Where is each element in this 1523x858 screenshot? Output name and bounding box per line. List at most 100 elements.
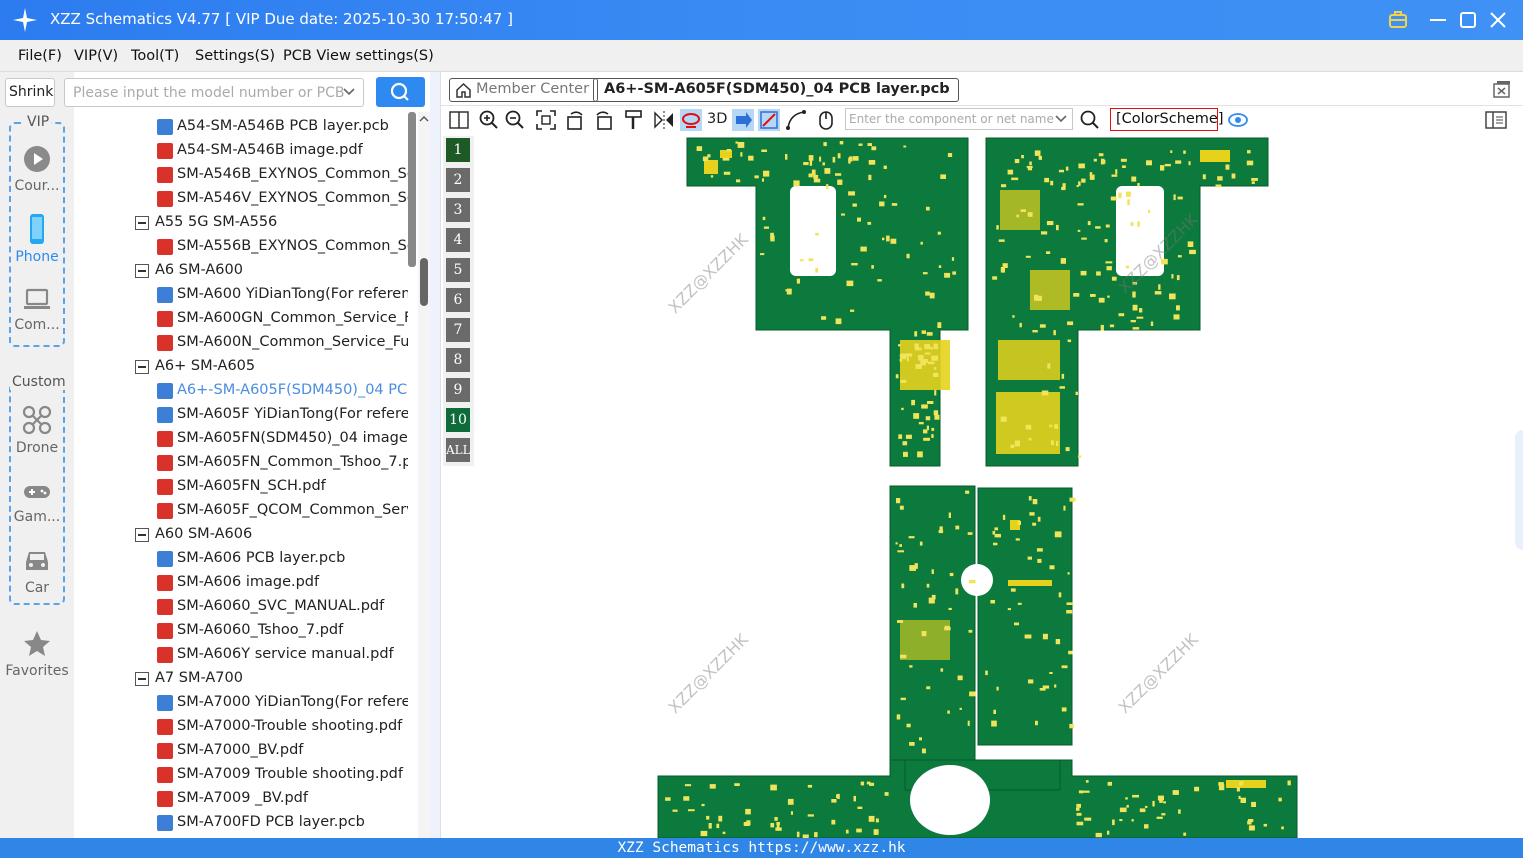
pcb-component-pad[interactable] — [931, 427, 935, 431]
pcb-component-pad[interactable] — [1148, 210, 1151, 213]
pcb-component-pad[interactable] — [1076, 803, 1081, 808]
menu-file[interactable]: File(F) — [18, 48, 62, 64]
pcb-component-pad[interactable] — [1175, 160, 1182, 164]
pcb-component-pad[interactable] — [926, 206, 930, 211]
pcb-component-pad[interactable] — [1081, 178, 1086, 183]
pcb-component-pad[interactable] — [1060, 258, 1066, 264]
collapse-icon[interactable] — [135, 528, 149, 542]
pcb-component-pad[interactable] — [933, 343, 938, 350]
pcb-component-pad[interactable] — [1065, 166, 1069, 171]
collapse-icon[interactable] — [135, 216, 149, 230]
pcb-component-pad[interactable] — [1263, 823, 1267, 827]
pcb-component-pad[interactable] — [1118, 313, 1125, 317]
pcb-component-pad[interactable] — [770, 232, 774, 239]
pcb-component-pad[interactable] — [1132, 327, 1140, 330]
pcb-component-pad[interactable] — [906, 253, 910, 259]
pcb-canvas[interactable]: XZZ@XZZHK XZZ@XZZHK XZZ@XZZHK XZZ@XZZHK — [476, 134, 1516, 838]
pcb-component-pad[interactable] — [822, 162, 825, 166]
pcb-component-pad[interactable] — [900, 654, 907, 659]
menu-vip[interactable]: VIP(V) — [74, 48, 118, 64]
pcb-component-pad[interactable] — [1164, 163, 1171, 167]
pcb-component-pad[interactable] — [762, 178, 764, 182]
pcb-component-pad[interactable] — [921, 631, 927, 637]
pcb-component-pad[interactable] — [938, 530, 944, 534]
pcb-component-pad[interactable] — [914, 343, 919, 349]
pcb-component-pad[interactable] — [923, 437, 930, 441]
pcb-component-pad[interactable] — [914, 563, 918, 569]
tree-file[interactable]: SM-A606 PCB layer.pcb — [157, 548, 410, 572]
pcb-component-pad[interactable] — [919, 737, 922, 741]
pcb-component-pad[interactable] — [1202, 174, 1206, 180]
pcb-component-pad[interactable] — [1058, 169, 1064, 173]
pcb-component-pad[interactable] — [897, 620, 904, 623]
pcb-component-pad[interactable] — [996, 225, 999, 230]
pcb-component-pad[interactable] — [1183, 150, 1186, 154]
maximize-icon[interactable] — [1456, 8, 1480, 32]
pcb-component-pad[interactable] — [740, 152, 743, 157]
pcb-component-pad[interactable] — [858, 143, 863, 146]
pcb-component-pad[interactable] — [921, 330, 926, 334]
pcb-component-pad[interactable] — [1281, 826, 1284, 830]
pcb-component-pad[interactable] — [1177, 255, 1182, 258]
pcb-component-pad[interactable] — [815, 232, 819, 236]
pcb-component-pad[interactable] — [841, 213, 845, 216]
menu-pcb-view-settings[interactable]: PCB View settings(S) — [283, 48, 434, 64]
computer-item[interactable]: Com... — [4, 287, 70, 333]
pcb-component-pad[interactable] — [813, 178, 821, 183]
collapse-icon[interactable] — [135, 672, 149, 686]
tree-folder[interactable]: A7 SM-A700 — [135, 668, 410, 692]
pcb-component-pad[interactable] — [940, 668, 944, 672]
pcb-component-pad[interactable] — [796, 831, 800, 838]
pcb-component-pad[interactable] — [734, 783, 740, 786]
tree-scrollbar-thumb[interactable] — [408, 112, 416, 267]
pcb-component-pad[interactable] — [1146, 160, 1152, 166]
car-item[interactable]: Car — [4, 546, 70, 596]
pcb-component-pad[interactable] — [811, 169, 816, 176]
pcb-component-pad[interactable] — [1090, 294, 1096, 297]
pcb-component-pad[interactable] — [1069, 497, 1076, 502]
search-button[interactable] — [376, 77, 425, 107]
pcb-component-pad[interactable] — [919, 541, 923, 546]
pcb-component-pad[interactable] — [785, 154, 788, 160]
pcb-component-pad[interactable] — [957, 675, 963, 681]
pcb-component-pad[interactable] — [897, 550, 904, 553]
pcb-component-pad[interactable] — [786, 288, 792, 295]
pcb-component-pad[interactable] — [1061, 707, 1067, 712]
pcb-component-pad[interactable] — [1084, 817, 1092, 821]
pcb-component-pad[interactable] — [1058, 592, 1062, 598]
layer-button-9[interactable]: 9 — [446, 378, 470, 402]
pcb-component-pad[interactable] — [1059, 386, 1066, 389]
pcb-component-pad[interactable] — [994, 533, 1001, 538]
layer-button-4[interactable]: 4 — [446, 228, 470, 252]
pcb-component-pad[interactable] — [1157, 795, 1164, 801]
pcb-component-pad[interactable] — [1144, 805, 1148, 808]
tree-file[interactable]: SM-A605F YiDianTong(For referen — [157, 404, 410, 428]
pcb-component-pad[interactable] — [1089, 174, 1095, 180]
pcb-component-pad[interactable] — [1132, 794, 1139, 798]
pcb-component-pad[interactable] — [837, 153, 841, 159]
pcb-component-pad[interactable] — [1110, 196, 1117, 201]
pcb-component-pad[interactable] — [1136, 316, 1144, 319]
pcb-component-pad[interactable] — [1126, 191, 1131, 197]
pcb-component-pad[interactable] — [1131, 819, 1134, 822]
pcb-component-pad[interactable] — [884, 792, 889, 796]
pcb-component-pad[interactable] — [1236, 787, 1240, 792]
pcb-component-pad[interactable] — [787, 798, 794, 805]
pcb-component-pad[interactable] — [710, 175, 714, 178]
pcb-component-pad[interactable] — [882, 237, 885, 241]
pcb-component-pad[interactable] — [909, 665, 913, 668]
pcb-component-pad[interactable] — [969, 691, 976, 697]
tree-file[interactable]: SM-A7000 YiDianTong(For referen — [157, 692, 410, 716]
pcb-component-pad[interactable] — [1049, 672, 1053, 674]
tree-file[interactable]: SM-A546V_EXYNOS_Common_Serv — [157, 188, 410, 212]
pcb-component-pad[interactable] — [868, 160, 876, 165]
eye-icon[interactable] — [1227, 109, 1249, 131]
pcb-component-pad[interactable] — [898, 434, 903, 439]
pcb-component-pad[interactable] — [1019, 322, 1022, 328]
pcb-component-pad[interactable] — [845, 829, 849, 834]
pcb-component-pad[interactable] — [1125, 797, 1128, 800]
pcb-component-pad[interactable] — [1010, 588, 1016, 592]
pcb-component-pad[interactable] — [1217, 176, 1223, 181]
pcb-component-pad[interactable] — [1011, 177, 1019, 181]
pcb-component-pad[interactable] — [1098, 153, 1104, 157]
